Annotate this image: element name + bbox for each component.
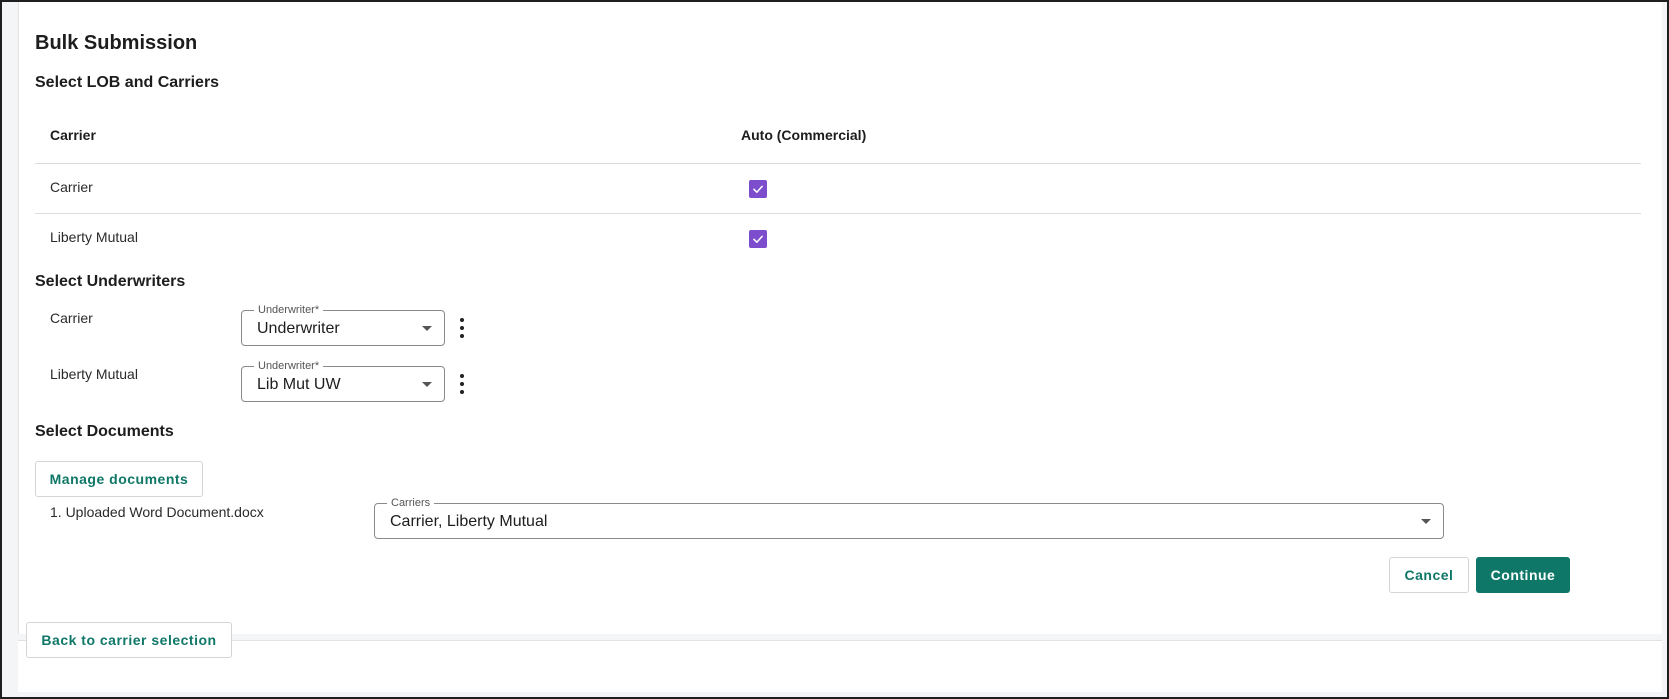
table-divider [35,163,1641,164]
documents-section-heading: Select Documents [35,423,174,440]
footer-bar [18,640,1662,692]
checkmark-icon [753,235,763,243]
underwriter-select-carrier[interactable]: Underwriter* Underwriter [241,303,445,346]
lob-row-carrier-name: Carrier [50,179,93,195]
underwriter-row-liberty-mutual-name: Liberty Mutual [50,366,138,382]
underwriters-section-heading: Select Underwriters [35,273,186,290]
column-header-auto-commercial: Auto (Commercial) [741,127,867,143]
manage-documents-button[interactable]: Manage documents [35,461,203,497]
document-carriers-select[interactable]: Carriers Carrier, Liberty Mutual [374,496,1444,539]
underwriter-selected-value: Lib Mut UW [257,376,341,393]
chevron-down-icon [422,382,432,387]
chevron-down-icon [1421,519,1431,524]
lob-section-heading: Select LOB and Carriers [35,74,220,91]
carriers-selected-value: Carrier, Liberty Mutual [390,513,548,530]
underwriter-row-carrier-name: Carrier [50,310,93,326]
page-title: Bulk Submission [35,32,198,54]
chevron-down-icon [422,326,432,331]
continue-button[interactable]: Continue [1476,557,1570,593]
lob-row-liberty-mutual-name: Liberty Mutual [50,229,138,245]
column-header-carrier: Carrier [50,127,96,143]
underwriter-field-label: Underwriter* [254,303,324,317]
more-options-icon[interactable] [459,374,465,394]
auto-commercial-checkbox-carrier[interactable] [749,180,767,198]
table-divider [35,213,1641,214]
underwriter-field-label: Underwriter* [254,359,324,373]
back-to-carrier-selection-button[interactable]: Back to carrier selection [26,622,232,658]
document-name: 1. Uploaded Word Document.docx [50,504,264,520]
checkmark-icon [753,185,763,193]
cancel-button[interactable]: Cancel [1389,557,1469,593]
underwriter-selected-value: Underwriter [257,320,340,337]
carriers-field-label: Carriers [387,496,435,510]
underwriter-select-liberty-mutual[interactable]: Underwriter* Lib Mut UW [241,359,445,402]
more-options-icon[interactable] [459,318,465,338]
auto-commercial-checkbox-liberty-mutual[interactable] [749,230,767,248]
